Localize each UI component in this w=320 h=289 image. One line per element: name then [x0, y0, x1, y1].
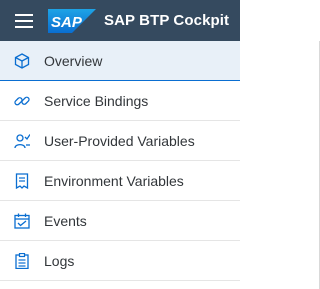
nav-item-logs[interactable]: Logs	[0, 241, 240, 281]
nav-item-user-provided-variables[interactable]: User-Provided Variables	[0, 121, 240, 161]
nav-item-label: Events	[44, 212, 87, 229]
product-title: SAP BTP Cockpit	[104, 12, 230, 29]
sap-logo[interactable]: SAP	[48, 8, 96, 33]
hamburger-menu-icon	[15, 13, 33, 28]
user-edit-icon	[0, 121, 44, 161]
nav-item-overview[interactable]: Overview	[0, 41, 240, 81]
nav-item-events[interactable]: Events	[0, 201, 240, 241]
side-navigation: Overview Service Bindings User-Provided …	[0, 41, 240, 281]
nav-item-label: Logs	[44, 252, 75, 269]
document-icon	[0, 161, 44, 201]
nav-item-service-bindings[interactable]: Service Bindings	[0, 81, 240, 121]
nav-item-label: Environment Variables	[44, 172, 184, 189]
shell-bar: SAP SAP BTP Cockpit	[0, 0, 240, 41]
calendar-icon	[0, 201, 44, 241]
nav-item-label: Service Bindings	[44, 92, 149, 109]
nav-item-label: User-Provided Variables	[44, 132, 195, 149]
nav-item-label: Overview	[44, 52, 103, 69]
clipboard-list-icon	[0, 241, 44, 281]
menu-button[interactable]	[0, 0, 48, 41]
nav-item-environment-variables[interactable]: Environment Variables	[0, 161, 240, 201]
chain-link-icon	[0, 81, 44, 121]
svg-text:SAP: SAP	[51, 14, 83, 31]
cube-icon	[0, 41, 44, 81]
